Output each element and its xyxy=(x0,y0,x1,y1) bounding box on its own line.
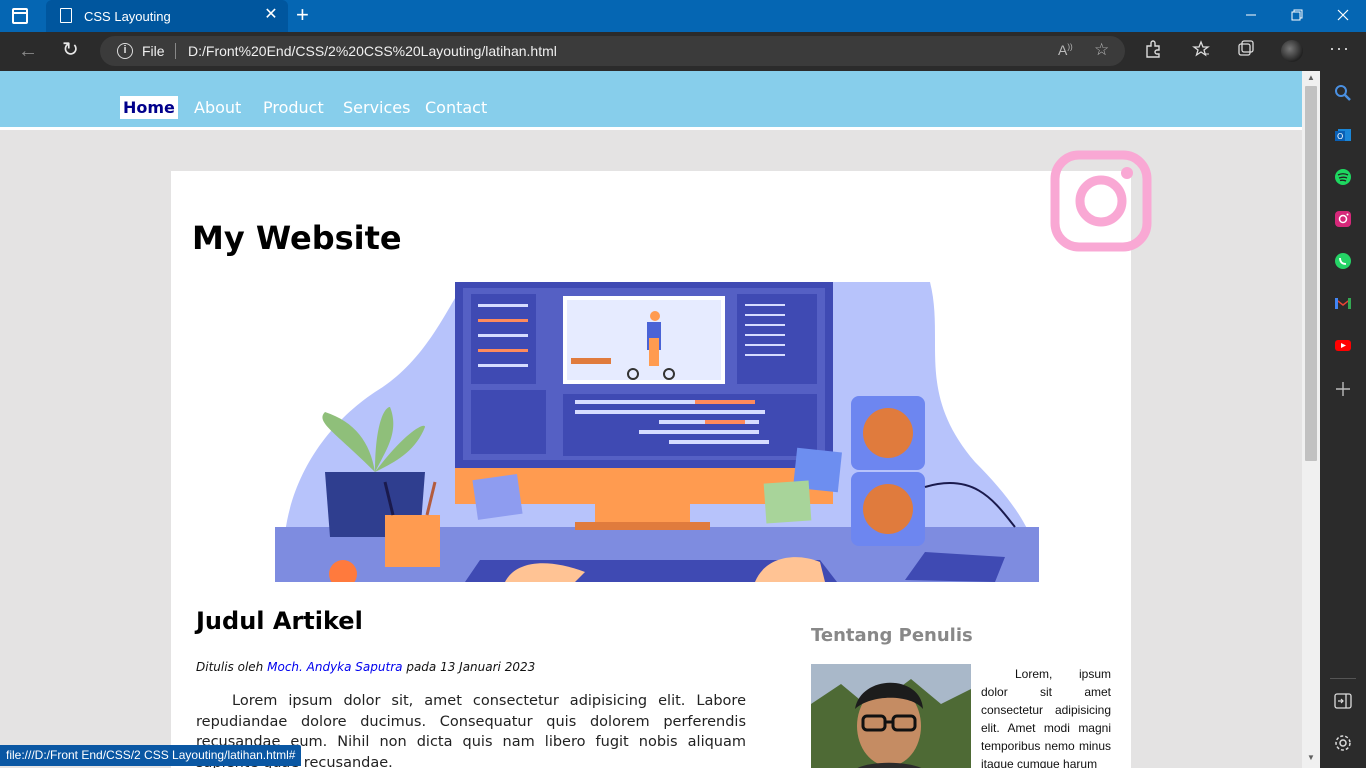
byline-suffix: pada 13 Januari 2023 xyxy=(406,660,536,674)
restore-button[interactable] xyxy=(1274,0,1320,32)
more-options-icon[interactable]: ··· xyxy=(1329,38,1350,59)
collections-icon[interactable] xyxy=(1237,40,1255,62)
tab-title: CSS Layouting xyxy=(84,9,171,24)
info-icon[interactable]: i xyxy=(117,43,133,59)
split-screen-icon[interactable] xyxy=(1333,691,1353,711)
nav-home[interactable]: Home xyxy=(120,96,178,119)
hero-illustration xyxy=(275,282,1039,582)
article-byline: Ditulis oleh Moch. Andyka Saputra pada 1… xyxy=(196,660,535,674)
nav-contact[interactable]: Contact xyxy=(425,98,487,117)
whatsapp-icon[interactable] xyxy=(1333,251,1353,271)
author-link[interactable]: Moch. Andyka Saputra xyxy=(267,660,402,674)
search-icon[interactable] xyxy=(1333,83,1353,103)
article-title: Judul Artikel xyxy=(196,607,363,635)
divider xyxy=(175,43,176,59)
close-tab-icon[interactable]: ✕ xyxy=(262,6,280,24)
tab-bar: CSS Layouting ✕ + xyxy=(0,0,1366,32)
new-tab-button[interactable]: + xyxy=(296,4,309,26)
author-photo xyxy=(811,664,971,768)
page-scrollbar[interactable]: ▲ ▼ xyxy=(1302,71,1320,768)
instagram-sidebar-icon[interactable] xyxy=(1333,209,1353,229)
close-icon xyxy=(1337,9,1349,21)
scroll-up-icon[interactable]: ▲ xyxy=(1307,73,1315,82)
settings-icon[interactable] xyxy=(1333,733,1353,753)
scroll-down-icon[interactable]: ▼ xyxy=(1307,753,1315,762)
reload-icon[interactable]: ↻ xyxy=(62,40,79,60)
profile-avatar[interactable] xyxy=(1281,40,1303,62)
instagram-icon[interactable] xyxy=(1050,150,1152,252)
back-icon[interactable]: ← xyxy=(18,41,38,61)
address-bar: ← ↻ i File D:/Front%20End/CSS/2%20CSS%20… xyxy=(0,32,1366,71)
byline-prefix: Ditulis oleh xyxy=(196,660,264,674)
document-icon xyxy=(60,8,72,23)
url-omnibox[interactable]: i File D:/Front%20End/CSS/2%20CSS%20Layo… xyxy=(100,36,1125,66)
restore-icon xyxy=(1291,9,1303,21)
add-favorite-icon[interactable]: ☆ xyxy=(1094,40,1109,60)
file-label: File xyxy=(142,43,165,59)
aside-body: Lorem, ipsum dolor sit amet consectetur … xyxy=(981,667,1111,768)
spotify-icon[interactable] xyxy=(1333,167,1353,187)
minimize-icon xyxy=(1246,14,1256,16)
svg-text:O: O xyxy=(1337,132,1343,141)
youtube-icon[interactable] xyxy=(1333,335,1353,355)
edge-sidebar: O xyxy=(1320,71,1366,768)
site-navbar: Home About Product Services Contact xyxy=(0,71,1302,130)
nav-product[interactable]: Product xyxy=(263,98,324,117)
status-bar-url: file:///D:/Front End/CSS/2 CSS Layouting… xyxy=(0,745,302,766)
close-window-button[interactable] xyxy=(1320,0,1366,32)
favorites-icon[interactable] xyxy=(1192,40,1210,62)
tab-css-layouting[interactable]: CSS Layouting ✕ xyxy=(46,0,288,32)
outlook-icon[interactable]: O xyxy=(1333,125,1353,145)
aside-title: Tentang Penulis xyxy=(811,625,973,646)
scroll-thumb[interactable] xyxy=(1305,86,1317,461)
extensions-icon[interactable] xyxy=(1144,40,1162,62)
nav-services[interactable]: Services xyxy=(343,98,410,117)
url-text[interactable]: D:/Front%20End/CSS/2%20CSS%20Layouting/l… xyxy=(188,43,557,59)
sidebar-divider xyxy=(1330,678,1356,679)
tab-actions-icon[interactable] xyxy=(12,8,28,24)
page-viewport: Home About Product Services Contact My W… xyxy=(0,71,1302,768)
gmail-icon[interactable] xyxy=(1333,293,1353,313)
minimize-button[interactable] xyxy=(1228,0,1274,32)
main-container: My Website Judul Artikel Ditulis oleh Mo… xyxy=(171,171,1131,768)
read-aloud-icon[interactable]: A)) xyxy=(1058,42,1073,58)
add-icon[interactable] xyxy=(1333,379,1353,399)
nav-about[interactable]: About xyxy=(194,98,241,117)
site-title: My Website xyxy=(192,219,402,257)
